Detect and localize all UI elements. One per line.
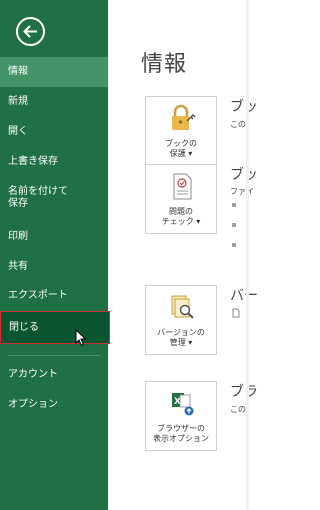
versions-section-title: バー (230, 288, 258, 304)
check-section-desc: ファイ (230, 187, 254, 196)
mouse-cursor-icon (75, 329, 87, 347)
nav-item-label: オプション (8, 399, 58, 410)
excel-browser-icon: X (172, 393, 194, 416)
back-button[interactable] (16, 17, 45, 46)
versions-magnifier-icon (171, 295, 194, 319)
check-label-line2: チェック ▾ (161, 217, 201, 226)
backstage-sidebar: 情報 新規 開く 上書き保存 名前を付けて 保存 印刷 共有 エクスポート 閉じ… (0, 0, 110, 510)
manage-versions-button[interactable]: バージョンの 管理 ▾ (145, 285, 217, 355)
vertical-scrollbar[interactable] (246, 0, 249, 510)
nav-item-export[interactable]: エクスポート (0, 283, 108, 309)
check-label-line1: 問題の (169, 207, 193, 216)
nav-item-label: 新規 (8, 96, 28, 107)
nav-item-label-line1: 名前を付けて (8, 186, 68, 197)
nav-item-label: 閉じる (9, 321, 39, 333)
nav-item-label: 印刷 (8, 231, 28, 242)
nav-item-info[interactable]: 情報 (0, 57, 108, 87)
nav-item-options[interactable]: オプション (0, 392, 108, 418)
protect-label-line1: ブックの (165, 139, 197, 148)
bullet (232, 223, 236, 227)
lock-key-icon (172, 104, 196, 130)
nav-divider (8, 355, 100, 356)
browser-label-line1: ブラウザーの (157, 424, 205, 433)
protect-section-desc: この (230, 120, 246, 129)
nav-item-label: 開く (8, 126, 28, 137)
nav-item-label: 上書き保存 (8, 156, 58, 167)
versions-label-line2: 管理 ▾ (169, 338, 193, 347)
document-check-icon (173, 173, 192, 200)
nav-item-label: アカウント (8, 369, 58, 380)
nav-item-share[interactable]: 共有 (0, 254, 108, 280)
nav-item-label: 情報 (8, 66, 28, 77)
browser-section-title: ブラ (230, 384, 258, 400)
nav-item-new[interactable]: 新規 (0, 89, 108, 115)
check-for-issues-button[interactable]: 問題の チェック ▾ (145, 164, 217, 234)
nav-item-print[interactable]: 印刷 (0, 224, 108, 250)
page-title: 情報 (141, 52, 188, 77)
nav-item-account[interactable]: アカウント (0, 362, 108, 388)
protect-label-line2: 保護 ▾ (169, 149, 193, 158)
protect-section-title: ブッ (230, 99, 258, 115)
protect-workbook-button[interactable]: ブックの 保護 ▾ (145, 96, 217, 166)
nav-item-label-line2: 保存 (8, 198, 28, 209)
browser-section-desc: この (230, 405, 246, 414)
versions-label-line1: バージョンの (157, 328, 205, 337)
nav-item-label: 共有 (8, 261, 28, 272)
bullet (232, 203, 236, 207)
back-arrow-icon (23, 25, 37, 38)
browser-label-line2: 表示オプション (153, 434, 209, 443)
nav-item-save-as[interactable]: 名前を付けて 保存 (0, 181, 108, 215)
check-section-title: ブッ (230, 167, 258, 183)
nav-item-save[interactable]: 上書き保存 (0, 149, 108, 175)
nav-item-label: エクスポート (8, 290, 68, 301)
bullet (232, 243, 236, 247)
browser-view-options-button[interactable]: X ブラウザーの 表示オプション (145, 381, 217, 451)
nav-item-open[interactable]: 開く (0, 119, 108, 145)
nav-item-close[interactable]: 閉じる (0, 311, 110, 344)
small-document-icon (232, 308, 240, 318)
